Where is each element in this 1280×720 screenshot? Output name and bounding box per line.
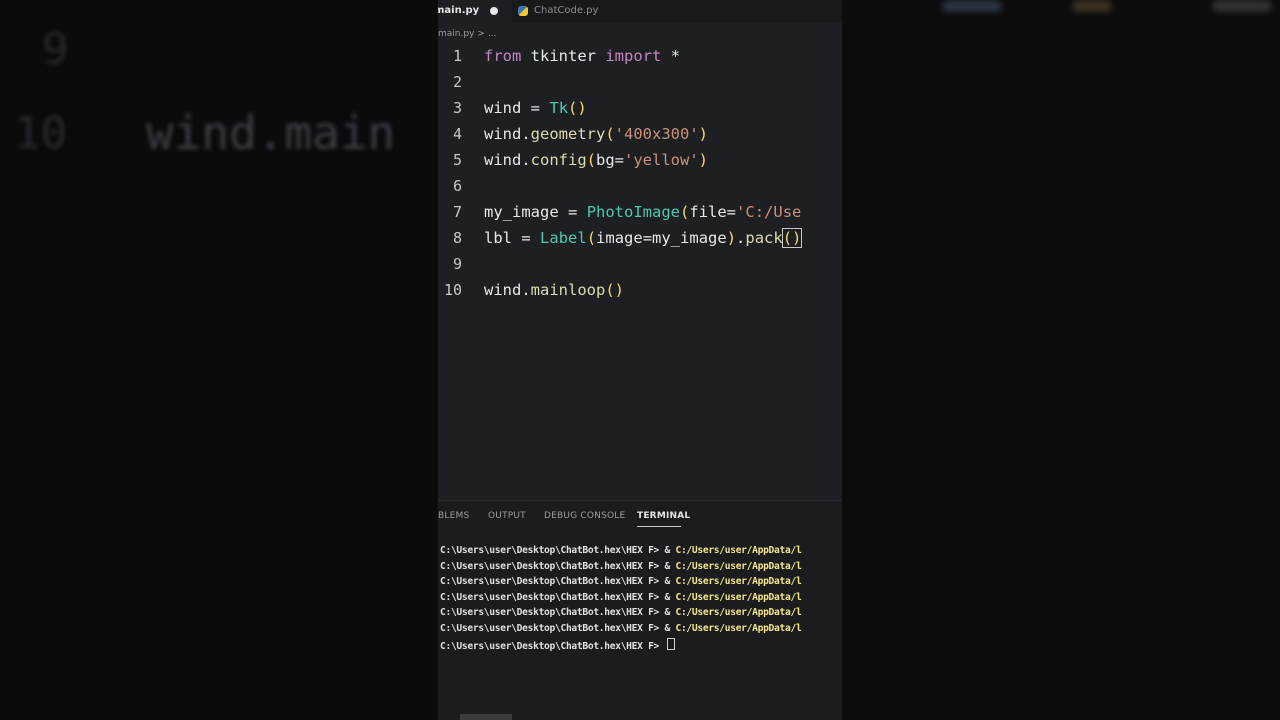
line-number: 1 [452,47,462,65]
editor-tab-bar: main.py ChatCode.py [438,0,842,22]
breadcrumb-more[interactable]: ... [488,29,497,39]
bottom-panel: BLEMS OUTPUT DEBUG CONSOLE TERMINAL C:\U… [438,500,842,720]
tab-terminal[interactable]: TERMINAL [637,511,690,521]
code-text: wind.config(bg='yellow') [484,151,709,169]
code-text: my_image = PhotoImage(file='C:/Use [484,203,802,221]
code-line: 4 wind.geometry('400x300') [438,121,842,147]
terminal-amp: & [664,622,676,634]
terminal-line: C:\Users\user\Desktop\ChatBot.hex\HEX F>… [440,607,802,618]
code-text: lbl = Label(image=my_image).pack() [484,228,803,248]
code-text: from tkinter import * [484,47,681,65]
tab-label: main.py [438,5,480,16]
tab-chatcode-py[interactable]: ChatCode.py [512,0,602,22]
chevron-right-icon: > [477,29,485,39]
terminal-amp: & [664,545,676,556]
unsaved-dot-icon[interactable] [490,7,498,15]
blurred-background-left: 9 10 wind.main [0,0,438,720]
line-number: 8 [452,229,462,247]
code-editor-window: main.py ChatCode.py main.py >... 1 from t… [438,0,842,720]
text-cursor: () [781,228,803,248]
terminal-line: C:\Users\user\Desktop\ChatBot.hex\HEX F>… [440,560,802,572]
code-line: 7 my_image = PhotoImage(file='C:/Use [438,199,842,225]
code-text: wind.geometry('400x300') [484,125,709,143]
terminal-amp: & [664,560,676,572]
terminal-prompt: C:\Users\user\Desktop\ChatBot.hex\HEX F> [440,607,665,618]
tab-problems[interactable]: BLEMS [438,511,469,521]
code-text: wind.mainloop() [484,281,624,299]
line-number: 3 [452,99,462,117]
terminal-line: C:\Users\user\Desktop\ChatBot.hex\HEX F>… [440,576,802,587]
line-number: 2 [452,73,462,91]
python-file-icon [518,6,528,16]
code-text: wind = Tk() [484,99,587,117]
terminal-prompt: C:\Users\user\Desktop\ChatBot.hex\HEX F> [440,641,665,652]
terminal-prompt: C:\Users\user\Desktop\ChatBot.hex\HEX F> [440,622,665,634]
line-number: 4 [452,125,462,143]
terminal-line: C:\Users\user\Desktop\ChatBot.hex\HEX F> [440,638,675,652]
terminal-amp: & [664,591,676,603]
terminal-path: C:/Users/user/AppData/l [675,545,802,556]
code-line: 9 [438,251,842,277]
tab-debug-console[interactable]: DEBUG CONSOLE [544,511,625,521]
blurred-shape [1212,0,1272,12]
line-number: 10 [443,281,462,299]
terminal-line: C:\Users\user\Desktop\ChatBot.hex\HEX F>… [440,622,802,634]
terminal-amp: & [664,576,676,587]
terminal-line: C:\Users\user\Desktop\ChatBot.hex\HEX F>… [440,591,802,603]
blurred-code-text: wind.main [146,106,396,160]
terminal-path: C:/Users/user/AppData/l [675,560,802,572]
blurred-line-number: 9 [42,24,69,75]
code-line: 10 wind.mainloop() [438,277,842,303]
horizontal-scrollbar[interactable] [460,714,512,720]
blurred-background-right [842,0,1280,720]
active-tab-indicator [637,526,681,527]
terminal-prompt: C:\Users\user\Desktop\ChatBot.hex\HEX F> [440,576,665,587]
terminal-path: C:/Users/user/AppData/l [675,622,802,634]
blurred-shape [942,0,1002,12]
breadcrumb: main.py >... [438,29,497,39]
terminal-path: C:/Users/user/AppData/l [675,576,802,587]
tab-main-py[interactable]: main.py [438,0,512,22]
terminal-cursor [666,638,675,650]
blurred-shape [1072,0,1112,12]
tab-label: ChatCode.py [534,5,599,16]
code-line: 3 wind = Tk() [438,95,842,121]
code-line: 1 from tkinter import * [438,43,842,69]
breadcrumb-file[interactable]: main.py [438,29,474,39]
terminal-prompt: C:\Users\user\Desktop\ChatBot.hex\HEX F> [440,591,665,603]
line-number: 5 [452,151,462,169]
tab-output[interactable]: OUTPUT [488,511,526,521]
terminal-path: C:/Users/user/AppData/l [675,607,802,618]
code-line: 5 wind.config(bg='yellow') [438,147,842,173]
terminal-path: C:/Users/user/AppData/l [675,591,802,603]
code-line: 6 [438,173,842,199]
line-number: 7 [452,203,462,221]
terminal-prompt: C:\Users\user\Desktop\ChatBot.hex\HEX F> [440,560,665,572]
terminal-amp: & [664,607,676,618]
terminal-prompt: C:\Users\user\Desktop\ChatBot.hex\HEX F> [440,545,665,556]
code-line: 2 [438,69,842,95]
line-number: 6 [452,177,462,195]
blurred-line-number: 10 [14,108,67,159]
terminal-line: C:\Users\user\Desktop\ChatBot.hex\HEX F>… [440,545,802,556]
line-number: 9 [452,255,462,273]
code-line: 8 lbl = Label(image=my_image).pack() [438,225,842,251]
